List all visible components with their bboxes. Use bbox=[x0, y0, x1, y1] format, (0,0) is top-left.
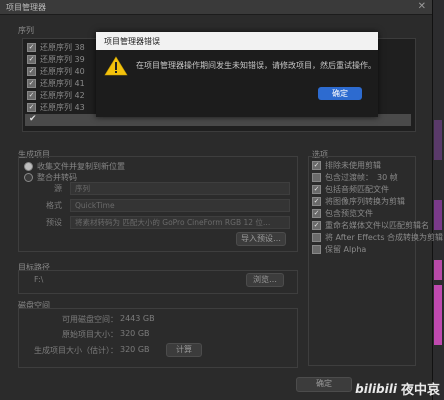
option-image-sequence[interactable]: 将图像序列转换为剪辑 bbox=[312, 196, 405, 207]
warning-icon bbox=[104, 56, 128, 76]
sequence-checkbox[interactable] bbox=[27, 90, 36, 100]
sequence-checkbox[interactable] bbox=[27, 42, 36, 52]
format-select[interactable]: QuickTime bbox=[70, 199, 290, 212]
handles-value[interactable]: 30 帧 bbox=[377, 172, 398, 183]
option-preview-files[interactable]: 包含预览文件 bbox=[312, 208, 373, 219]
original-size-label: 原始项目大小： bbox=[62, 330, 118, 339]
sequence-checkbox[interactable] bbox=[27, 102, 36, 112]
radio-dot[interactable] bbox=[24, 173, 33, 182]
option-audio-conform[interactable]: 包括音频匹配文件 bbox=[312, 184, 389, 195]
option-checkbox[interactable] bbox=[312, 161, 321, 170]
option-checkbox[interactable] bbox=[312, 221, 321, 230]
background-app-strip bbox=[432, 0, 444, 400]
window-titlebar: 项目管理器 ✕ bbox=[0, 0, 432, 15]
result-size-value: 320 GB bbox=[120, 345, 150, 354]
sequence-checkbox[interactable] bbox=[27, 78, 36, 88]
option-checkbox[interactable] bbox=[312, 245, 321, 254]
dialog-titlebar: 项目管理器错误 bbox=[96, 32, 378, 50]
sequence-checkbox[interactable] bbox=[27, 54, 36, 64]
dest-path: F:\ bbox=[34, 275, 44, 284]
option-checkbox[interactable] bbox=[312, 185, 321, 194]
error-dialog: 项目管理器错误 在项目管理器操作期间发生未知错误，请修改项目，然后重试操作。 确… bbox=[96, 32, 378, 117]
option-convert-ae[interactable]: 将 After Effects 合成转换为剪辑 bbox=[312, 232, 443, 243]
sequence-item[interactable]: 还原序列 41 bbox=[27, 77, 85, 89]
watermark-text: 夜中哀 bbox=[400, 383, 440, 398]
window-title: 项目管理器 bbox=[6, 3, 46, 12]
calculate-button[interactable]: 计算 bbox=[166, 343, 202, 357]
format-label: 格式 bbox=[46, 201, 62, 210]
source-label: 源 bbox=[54, 184, 62, 193]
sequence-item[interactable]: 还原序列 43 bbox=[27, 101, 85, 113]
bilibili-logo: bilibili bbox=[355, 381, 397, 396]
close-icon[interactable]: ✕ bbox=[418, 1, 426, 12]
option-checkbox[interactable] bbox=[312, 233, 321, 242]
option-exclude-unused[interactable]: 排除未使用剪辑 bbox=[312, 160, 381, 171]
import-preset-button[interactable]: 导入预设… bbox=[236, 232, 286, 246]
dialog-title: 项目管理器错误 bbox=[104, 37, 160, 46]
original-size-value: 320 GB bbox=[120, 329, 150, 338]
browse-button[interactable]: 浏览… bbox=[246, 273, 284, 287]
available-value: 2443 GB bbox=[120, 314, 155, 323]
radio-dot[interactable] bbox=[24, 162, 33, 171]
bilibili-watermark: bilibili 夜中哀 bbox=[355, 379, 440, 399]
preset-label: 预设 bbox=[46, 218, 62, 227]
radio-collect[interactable]: 收集文件并复制到新位置 bbox=[24, 161, 125, 172]
check-icon: ✔ bbox=[29, 114, 37, 124]
sequence-item[interactable]: 还原序列 38 bbox=[27, 41, 85, 53]
option-rename-media[interactable]: 重命名媒体文件以匹配剪辑名 bbox=[312, 220, 429, 231]
sequence-section-label: 序列 bbox=[18, 26, 34, 35]
available-label: 可用磁盘空间： bbox=[62, 315, 118, 324]
dialog-ok-button[interactable]: 确定 bbox=[318, 87, 362, 100]
option-handles[interactable]: 包含过渡帧： 30 帧 bbox=[312, 172, 398, 183]
option-preserve-alpha[interactable]: 保留 Alpha bbox=[312, 244, 366, 255]
source-select[interactable]: 序列 bbox=[70, 182, 290, 195]
sequence-checkbox[interactable] bbox=[27, 66, 36, 76]
sequence-item[interactable]: 还原序列 40 bbox=[27, 65, 85, 77]
option-checkbox[interactable] bbox=[312, 209, 321, 218]
result-size-label: 生成项目大小（估计）： bbox=[34, 346, 118, 355]
option-checkbox[interactable] bbox=[312, 197, 321, 206]
sequence-item[interactable]: 还原序列 42 bbox=[27, 89, 85, 101]
option-checkbox[interactable] bbox=[312, 173, 321, 182]
sequence-item[interactable]: 还原序列 39 bbox=[27, 53, 85, 65]
preset-select[interactable]: 将素材转码为 匹配大小的 GoPro CineForm RGB 12 位… bbox=[70, 216, 290, 229]
dialog-message: 在项目管理器操作期间发生未知错误，请修改项目，然后重试操作。 bbox=[136, 61, 376, 70]
footer-ok-button[interactable]: 确定 bbox=[296, 377, 352, 392]
